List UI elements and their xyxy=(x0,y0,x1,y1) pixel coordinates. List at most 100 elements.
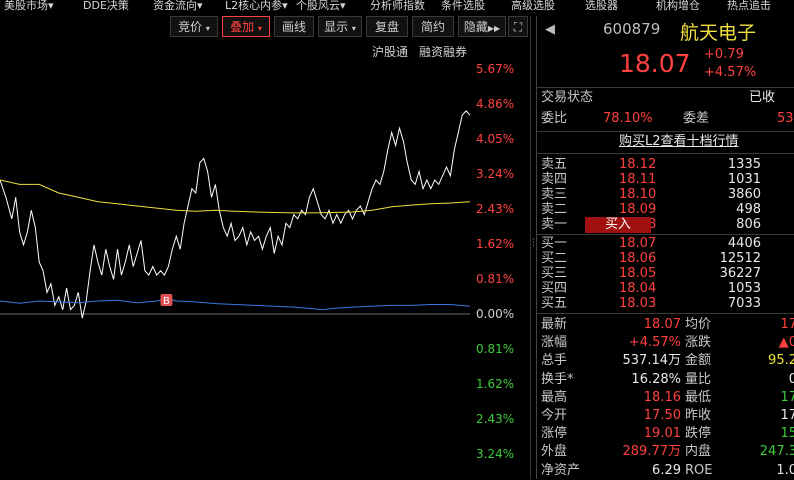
y-tick-label: 0.00% xyxy=(476,307,514,321)
stat-value: 0 xyxy=(788,371,794,387)
stat-label: 最新 xyxy=(541,317,568,332)
stat-value: 18.16 xyxy=(643,389,681,405)
stat-label: 均价 xyxy=(685,317,712,332)
sell-order-row[interactable]: 卖三 18.10 3860 xyxy=(537,187,794,202)
order-volume: 4406 xyxy=(727,236,761,251)
buy-order-row[interactable]: 买二 18.06 12512 xyxy=(537,251,794,266)
buy-button[interactable]: 买入 xyxy=(585,217,651,233)
stat-label: 涨停 xyxy=(541,426,568,442)
collapse-panel-icon[interactable]: ◀ xyxy=(545,22,555,37)
review-button[interactable]: 复盘 xyxy=(366,16,408,37)
intraday-price-chart[interactable]: B 5.67% 4.86% 4.05% 3.24% 2.43% 1.62% 0.81% 0.0… xyxy=(0,44,536,479)
stat-label: 内盘 xyxy=(685,444,712,460)
stat-label: 外盘 xyxy=(541,444,568,460)
stock-name: 航天电子 xyxy=(680,22,757,44)
menu-institution-add[interactable]: 机构增仓 xyxy=(656,0,700,12)
series-line-avg_pct xyxy=(0,179,471,214)
menu-stock-news[interactable]: 个股风云▾ xyxy=(296,0,346,12)
display-button[interactable]: 显示 ▾ xyxy=(318,16,362,37)
y-tick-label: 3.24% xyxy=(476,167,514,181)
menu-stock-picker[interactable]: 选股器 xyxy=(585,0,618,12)
trade-status-value: 已收 xyxy=(749,90,776,105)
stat-label: 最低 xyxy=(685,389,712,405)
sell-order-row[interactable]: 卖二 18.09 498 xyxy=(537,202,794,217)
order-level-label: 买二 xyxy=(541,251,568,266)
stat-value: 17 xyxy=(780,317,794,332)
y-tick-label: 0.81% xyxy=(476,342,514,356)
l2-purchase-link[interactable]: 购买L2查看十档行情 xyxy=(619,133,739,151)
top-menu-bar: 美股市场▾ DDE决策 资金流向▾ L2核心内参▾ 个股风云▾ 分析师指数 条件… xyxy=(0,0,794,14)
menu-fund-flow[interactable]: 资金流向▾ xyxy=(153,0,203,12)
menu-hot-chase[interactable]: 热点追击 xyxy=(727,0,771,12)
order-price: 18.04 xyxy=(619,281,657,296)
quote-stat-row: 最新 18.07 均价 17 xyxy=(541,315,794,334)
quote-stat-row: 涨停 19.01 跌停 15 xyxy=(541,424,794,443)
stat-value: ▲0 xyxy=(778,335,794,351)
quote-stat-row: 涨幅 +4.57% 涨跌 ▲0 xyxy=(541,333,794,352)
order-volume: 12512 xyxy=(719,251,761,266)
stat-label: 跌停 xyxy=(685,426,712,442)
order-price: 18.09 xyxy=(619,202,657,217)
order-volume: 36227 xyxy=(719,266,761,281)
menu-us-stock-market[interactable]: 美股市场▾ xyxy=(4,0,54,12)
buy-order-row[interactable]: 买一 18.07 4406 xyxy=(537,236,794,251)
marker-label: B xyxy=(163,296,170,307)
order-price: 18.12 xyxy=(619,157,657,172)
quote-panel: ◀ 600879 航天电子 18.07 +0.79 +4.57% 交易状态 已收… xyxy=(537,16,794,479)
order-price: 18.07 xyxy=(619,236,657,251)
order-volume: 3860 xyxy=(727,187,761,202)
quote-stat-row: 外盘 289.77万 内盘 247.3 xyxy=(541,442,794,461)
buy-order-row[interactable]: 买三 18.05 36227 xyxy=(537,266,794,281)
stat-label: 涨幅 xyxy=(541,335,568,351)
order-level-label: 卖一 xyxy=(541,217,568,232)
quote-stat-row: 最高 18.16 最低 17 xyxy=(541,388,794,407)
stat-label: 昨收 xyxy=(685,408,712,423)
hide-button[interactable]: 隐藏▶▶ xyxy=(458,16,506,37)
order-volume: 1031 xyxy=(727,172,761,187)
sell-order-row[interactable]: 卖四 18.11 1031 xyxy=(537,172,794,187)
stat-value: 19.01 xyxy=(643,426,681,442)
menu-analyst-index[interactable]: 分析师指数 xyxy=(370,0,425,12)
splitter-handle-icon[interactable]: ⋮ xyxy=(529,238,538,248)
simple-button[interactable]: 简约 xyxy=(412,16,454,37)
stat-label: 最高 xyxy=(541,389,568,405)
order-level-label: 卖五 xyxy=(541,157,568,172)
y-tick-label: 3.24% xyxy=(476,447,514,461)
price-change: +0.79 xyxy=(704,47,744,62)
overlay-button[interactable]: 叠加 ▾ xyxy=(222,16,270,37)
order-price: 18.03 xyxy=(619,296,657,311)
stat-label: 净资产 xyxy=(541,462,581,478)
last-price: 18.07 xyxy=(619,49,691,78)
sell-order-row[interactable]: 卖一 18.08 806 xyxy=(537,217,794,232)
weicha-label: 委差 xyxy=(683,111,710,126)
buy-signal-marker[interactable]: B xyxy=(160,294,173,307)
stat-label: ROE xyxy=(685,462,713,478)
buy-order-row[interactable]: 买五 18.03 7033 xyxy=(537,296,794,311)
order-level-label: 卖二 xyxy=(541,202,568,217)
y-tick-label: 4.86% xyxy=(476,97,514,111)
order-volume: 1335 xyxy=(727,157,761,172)
buy-order-row[interactable]: 买四 18.04 1053 xyxy=(537,281,794,296)
y-tick-label: 4.05% xyxy=(476,132,514,146)
stat-label: 量比 xyxy=(685,371,712,387)
stat-value: 247.3 xyxy=(759,444,794,460)
menu-condition-select[interactable]: 条件选股 xyxy=(441,0,485,12)
stat-value: 537.14万 xyxy=(622,353,682,369)
sell-order-row[interactable]: 卖五 18.12 1335 xyxy=(537,157,794,172)
order-level-label: 买三 xyxy=(541,266,568,281)
menu-advanced-select[interactable]: 高级选股 xyxy=(511,0,555,12)
fullscreen-icon[interactable]: ⛶ xyxy=(508,16,528,37)
menu-l2-reference[interactable]: L2核心内参▾ xyxy=(225,0,288,12)
order-level-label: 买五 xyxy=(541,296,568,311)
menu-dde[interactable]: DDE决策 xyxy=(83,0,129,12)
price-change-pct: +4.57% xyxy=(704,65,757,80)
bidding-button[interactable]: 竞价 ▾ xyxy=(170,16,218,37)
stat-value: 16.28% xyxy=(631,371,681,387)
stat-label: 涨跌 xyxy=(685,335,712,351)
stat-label: 金额 xyxy=(685,353,712,369)
y-tick-label: 2.43% xyxy=(476,202,514,216)
stat-label: 换手* xyxy=(541,371,574,387)
stat-value: 6.29 xyxy=(652,462,681,478)
y-tick-label: 5.67% xyxy=(476,62,514,76)
draw-line-button[interactable]: 画线 xyxy=(274,16,314,37)
